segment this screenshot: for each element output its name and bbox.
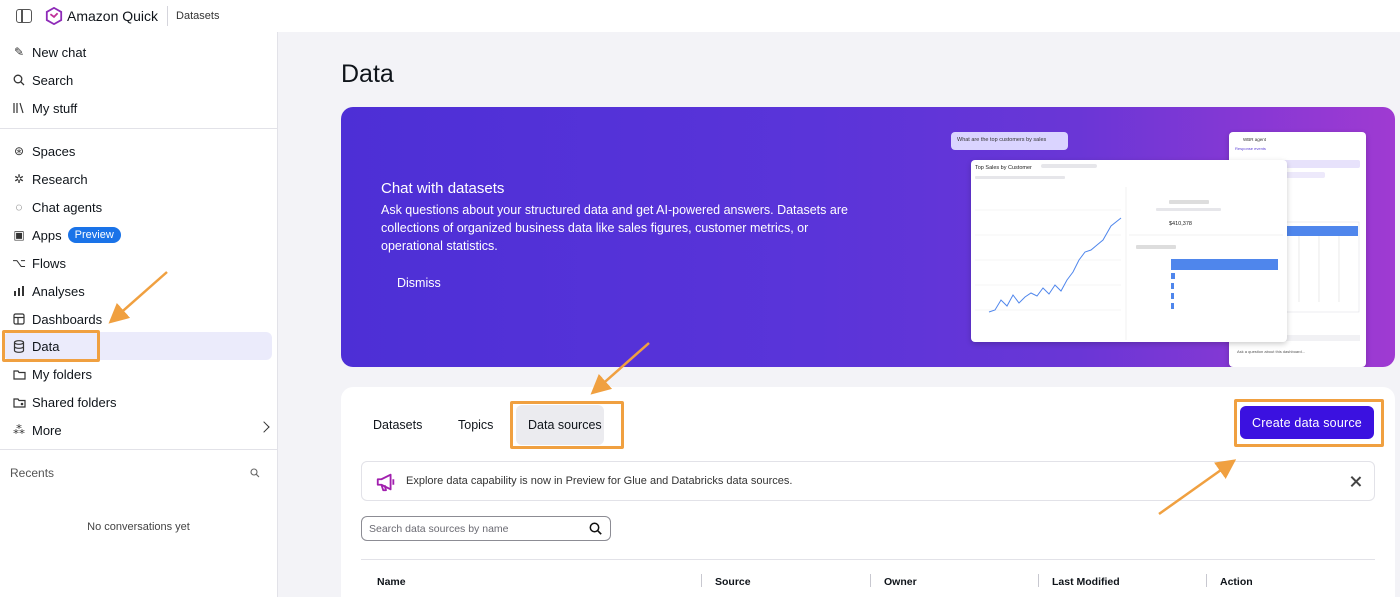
mock-chart-card: Top Sales by Customer $410,378	[971, 160, 1287, 342]
research-icon: ✲	[13, 172, 25, 186]
sidebar-item-apps[interactable]: ▣ Apps Preview	[4, 221, 272, 249]
mock-question-bubble: What are the top customers by sales	[951, 132, 1068, 150]
mock-ask-placeholder: Ask a question about this dashboard...	[1237, 349, 1306, 354]
preview-badge: Preview	[67, 227, 121, 243]
chevron-right-icon	[258, 421, 270, 433]
sidebar-item-shared-folders[interactable]: Shared folders	[4, 388, 272, 416]
sidebar-item-label: My folders	[32, 366, 92, 382]
sidebar-item-label: Shared folders	[32, 394, 117, 410]
breadcrumb[interactable]: Datasets	[176, 10, 219, 22]
sidebar-item-spaces[interactable]: ⊛ Spaces	[4, 137, 272, 165]
column-divider	[1038, 574, 1039, 587]
column-divider	[1206, 574, 1207, 587]
column-header-action[interactable]: Action	[1220, 576, 1253, 588]
sidebar-item-label: More	[32, 422, 62, 438]
page-title: Data	[341, 60, 394, 88]
annotation-highlight-create-button	[1234, 399, 1384, 447]
close-icon[interactable]	[1350, 476, 1361, 487]
preview-notice: Explore data capability is now in Previe…	[361, 461, 1375, 501]
search-input[interactable]	[362, 517, 572, 540]
megaphone-icon	[376, 473, 395, 492]
sidebar-item-label: New chat	[32, 44, 87, 60]
mock-kpi-value: $410,378	[1169, 221, 1192, 227]
dashboard-icon	[12, 312, 26, 326]
dismiss-button[interactable]: Dismiss	[397, 276, 441, 290]
sidebar-divider	[0, 128, 277, 129]
spaces-icon: ⊛	[13, 144, 25, 158]
top-bar: Amazon Quick Datasets	[0, 0, 1400, 32]
search-data-sources-field[interactable]	[361, 516, 611, 541]
column-divider	[870, 574, 871, 587]
hero-banner: Chat with datasets Ask questions about y…	[341, 107, 1395, 367]
mock-agent-title: WBR agent	[1243, 137, 1267, 142]
library-icon	[12, 101, 26, 115]
sidebar: ✎ New chat Search My stuff ⊛ Spaces ✲ Re…	[0, 32, 278, 597]
app-name: Amazon Quick	[67, 8, 159, 24]
sidebar-item-research[interactable]: ✲ Research	[4, 165, 272, 193]
sidebar-item-more[interactable]: ⁂ More	[4, 416, 272, 444]
annotation-highlight-data-nav	[2, 330, 100, 362]
sidebar-item-label: Search	[32, 72, 74, 88]
sidebar-toggle-icon[interactable]	[16, 9, 32, 23]
notice-text: Explore data capability is now in Previe…	[406, 475, 793, 487]
column-header-last-modified[interactable]: Last Modified	[1052, 576, 1120, 588]
table-header: Name Source Owner Last Modified Action	[361, 559, 1375, 597]
recents-empty-text: No conversations yet	[87, 521, 190, 533]
sidebar-item-chat-agents[interactable]: ◌ Chat agents	[4, 193, 272, 221]
sidebar-item-label: My stuff	[32, 100, 78, 116]
topbar-divider	[167, 6, 169, 26]
sidebar-item-label: Flows	[32, 255, 66, 271]
sidebar-item-label: Research	[32, 171, 88, 187]
sidebar-item-my-folders[interactable]: My folders	[4, 360, 272, 388]
search-icon	[12, 73, 26, 87]
column-header-name[interactable]: Name	[377, 576, 406, 588]
shared-folder-icon	[12, 395, 26, 409]
hero-description: Ask questions about your structured data…	[381, 203, 848, 253]
sidebar-item-label: Chat agents	[32, 199, 103, 215]
column-header-source[interactable]: Source	[715, 576, 751, 588]
column-header-owner[interactable]: Owner	[884, 576, 917, 588]
amazon-quick-logo-icon	[45, 7, 63, 25]
tab-datasets[interactable]: Datasets	[373, 418, 422, 432]
apps-icon: ▣	[13, 228, 25, 242]
folder-icon	[12, 367, 26, 381]
edit-icon: ✎	[13, 45, 25, 59]
sidebar-item-search[interactable]: Search	[4, 66, 272, 94]
column-divider	[701, 574, 702, 587]
search-icon[interactable]	[589, 522, 602, 535]
flows-icon: ⌥	[12, 256, 26, 270]
sidebar-item-label: Analyses	[32, 283, 85, 299]
sidebar-item-analyses[interactable]: Analyses	[4, 277, 272, 305]
sidebar-item-new-chat[interactable]: ✎ New chat	[4, 38, 272, 66]
sidebar-item-dashboards[interactable]: Dashboards	[4, 305, 272, 333]
recents-search-icon[interactable]	[250, 468, 260, 478]
mock-agent-subtitle: Response events	[1235, 146, 1266, 151]
more-icon: ⁂	[13, 423, 25, 437]
sidebar-item-label: Dashboards	[32, 311, 103, 327]
sidebar-item-label: Apps	[32, 227, 62, 243]
annotation-highlight-data-sources-tab	[510, 401, 624, 449]
sidebar-item-label: Spaces	[32, 143, 76, 159]
sidebar-item-my-stuff[interactable]: My stuff	[4, 94, 272, 122]
sidebar-divider	[0, 449, 277, 450]
recents-heading: Recents	[10, 466, 55, 480]
chat-agent-icon: ◌	[15, 200, 23, 214]
sidebar-item-flows[interactable]: ⌥ Flows	[4, 249, 272, 277]
analyses-icon	[12, 284, 26, 298]
hero-title: Chat with datasets	[381, 180, 505, 197]
tab-topics[interactable]: Topics	[458, 418, 493, 432]
mock-line-chart	[975, 164, 1283, 340]
